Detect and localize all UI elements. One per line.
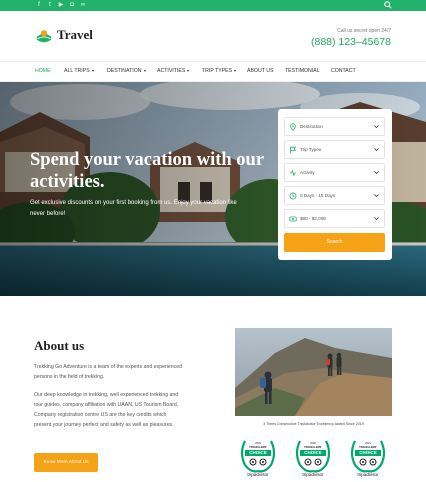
logo-icon[interactable]: [35, 27, 53, 45]
hero-title: Spend your vacation with our activities.: [30, 150, 264, 192]
nav-activities[interactable]: ACTIVITIES: [157, 68, 190, 74]
nav-trip-types[interactable]: TRIP TYPES: [202, 68, 237, 74]
chevron-down-icon: [143, 69, 146, 72]
logo-text[interactable]: Travel: [57, 27, 93, 43]
activity-icon: [289, 169, 297, 177]
price-select-label: $80 - $2,000: [300, 216, 326, 221]
trekking-image: [235, 328, 392, 416]
trip-search-form: Destination Trip Types Activity 0 Days -…: [278, 109, 392, 260]
twitter-icon[interactable]: t: [46, 1, 54, 9]
award-year: 2019: [255, 442, 261, 445]
award-brand: tripadvisor: [302, 472, 324, 477]
tripadvisor-award-badge: 2020 TRAVELLERS' CHOICE tripadvisor: [292, 435, 334, 479]
nav-contact[interactable]: CONTACT: [331, 68, 356, 74]
hero-subtitle: Get exclusive discounts on your first bo…: [30, 200, 237, 217]
trekking-photo: [235, 328, 392, 416]
tripadvisor-icon[interactable]: ∞: [79, 1, 87, 9]
nav-testimonial[interactable]: TESTIMONIAL: [285, 68, 320, 74]
activity-select-label: Activity: [300, 170, 315, 175]
chevron-down-icon: [91, 69, 94, 72]
duration-select[interactable]: 0 Days - 15 Days: [284, 186, 385, 205]
about-title: About us: [34, 338, 85, 353]
chevron-down-icon: [187, 69, 190, 72]
youtube-icon[interactable]: ▶: [57, 1, 65, 9]
chevron-down-icon: [374, 148, 379, 152]
award-year: 2021: [365, 442, 371, 445]
nav-all-trips[interactable]: ALL TRIPS: [64, 68, 94, 74]
tripadvisor-award-badge: 2019 TRAVELLERS' CHOICE tripadvisor: [237, 435, 279, 479]
award-choice: CHOICE: [300, 449, 326, 456]
location-pin-icon: [290, 123, 296, 131]
facebook-icon[interactable]: f: [35, 1, 43, 9]
search-icon[interactable]: [384, 1, 392, 9]
trip-types-select[interactable]: Trip Types: [284, 140, 385, 159]
about-paragraph-1: Trekking Go Adventure is a team of the e…: [34, 364, 183, 380]
nav-destination[interactable]: DESTINATION: [107, 68, 146, 74]
money-icon: [289, 216, 297, 222]
call-label: Call us secret open 24/7: [337, 28, 391, 34]
award-choice: CHOICE: [355, 449, 381, 456]
chevron-down-icon: [374, 217, 379, 221]
award-brand: tripadvisor: [357, 472, 379, 477]
trip-types-select-label: Trip Types: [300, 147, 322, 152]
clock-icon: [289, 192, 297, 200]
award-caption: 3 Times Consecutive TripAdvisor Excellen…: [263, 422, 364, 426]
know-more-button[interactable]: Know More About Us: [34, 453, 98, 472]
award-brand: tripadvisor: [247, 472, 269, 477]
duration-select-label: 0 Days - 15 Days: [300, 193, 336, 198]
site-header: Travel Call us secret open 24/7 (888) 12…: [0, 11, 426, 61]
top-bar: f t ▶ ◘ ∞: [0, 0, 426, 11]
chevron-down-icon: [374, 194, 379, 198]
award-choice: CHOICE: [245, 449, 271, 456]
destination-select-label: Destination: [300, 124, 323, 129]
phone-number[interactable]: (888) 123–45678: [311, 36, 391, 48]
about-paragraph-2: Our deep knowledge in trekking, well exp…: [34, 392, 179, 428]
chevron-down-icon: [234, 69, 237, 72]
instagram-icon[interactable]: ◘: [68, 1, 76, 9]
price-select[interactable]: $80 - $2,000: [284, 209, 385, 228]
award-year: 2020: [310, 442, 316, 445]
flag-icon: [290, 146, 297, 154]
nav-home[interactable]: HOME: [35, 68, 51, 74]
destination-select[interactable]: Destination: [284, 117, 385, 136]
nav-about-us[interactable]: ABOUT US: [247, 68, 273, 74]
main-nav: HOME ALL TRIPS DESTINATION ACTIVITIES TR…: [0, 61, 426, 82]
tripadvisor-award-badge: 2021 TRAVELLERS' CHOICE tripadvisor: [347, 435, 389, 479]
chevron-down-icon: [374, 125, 379, 129]
activity-select[interactable]: Activity: [284, 163, 385, 182]
chevron-down-icon: [374, 171, 379, 175]
search-button[interactable]: Search: [284, 233, 385, 252]
